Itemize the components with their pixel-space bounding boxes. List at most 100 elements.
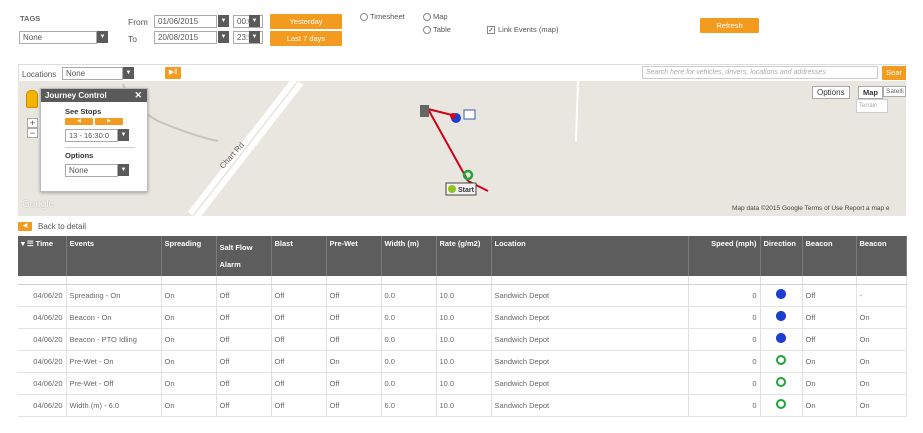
speed-cell: 0 <box>688 328 761 351</box>
beacon2-cell: - <box>856 284 907 307</box>
direction-column-header[interactable]: Direction <box>760 236 803 276</box>
time-column-header[interactable]: ▾ ☰ Time <box>18 236 67 276</box>
refresh-button[interactable]: Refresh <box>700 18 759 33</box>
blast-cell: Off <box>271 284 327 307</box>
search-input[interactable]: Search here for vehicles, drivers, locat… <box>642 66 878 79</box>
salt-flow-alarm-column-header[interactable]: Salt Flow Alarm <box>216 236 272 276</box>
locations-dropdown-icon[interactable]: ▼ <box>123 67 134 79</box>
timesheet-option[interactable]: Timesheet <box>360 12 405 22</box>
table-row[interactable]: 04/06/20 Pre-Wet - On On Off Off On 0.0 10.0 San… <box>18 350 907 373</box>
prewet-cell: Off <box>326 372 382 395</box>
timesheet-label: Timesheet <box>370 12 405 21</box>
link-events-checkbox[interactable]: ✓ <box>487 26 495 35</box>
map-options-button[interactable]: Options <box>812 86 850 99</box>
speed-cell: 0 <box>688 306 761 329</box>
map-type-tab[interactable]: Map <box>858 86 883 99</box>
table-radio[interactable] <box>423 26 431 35</box>
direction-moving-icon <box>776 377 786 387</box>
table-option[interactable]: Table <box>423 25 451 35</box>
direction-stationary-icon <box>776 289 786 299</box>
back-arrow-button[interactable]: ◀ <box>18 222 32 231</box>
to-date-field[interactable]: 20/08/2015 <box>154 31 217 44</box>
tags-select[interactable]: None <box>19 31 97 44</box>
beacon-column-header[interactable]: Beacon <box>802 236 857 276</box>
sort-menu-icon[interactable]: ▾ ☰ <box>21 239 36 248</box>
map-radio[interactable] <box>423 13 431 22</box>
zoom-out-button[interactable]: − <box>27 128 38 138</box>
time-cell: 04/06/20 <box>18 372 67 395</box>
table-row[interactable]: 04/06/20 Pre-Wet - Off On Off Off Off 0.0 10.0 S… <box>18 372 907 395</box>
beacon-cell: On <box>802 372 857 395</box>
journey-options-dropdown-icon[interactable]: ▼ <box>118 164 129 176</box>
width-cell: 0.0 <box>381 306 437 329</box>
blast-cell: Off <box>271 306 327 329</box>
spreading-column-header[interactable]: Spreading <box>161 236 217 276</box>
timesheet-radio[interactable] <box>360 13 368 22</box>
from-time-dropdown-icon[interactable]: ▼ <box>249 15 260 27</box>
prewet-cell: Off <box>326 284 382 307</box>
rate-cell: 10.0 <box>436 328 492 351</box>
terrain-option[interactable]: Terrain <box>856 99 888 113</box>
yesterday-button[interactable]: Yesterday <box>270 14 342 29</box>
blast-column-header[interactable]: Blast <box>271 236 327 276</box>
map-view[interactable]: Chart Rd Google Start Options Map Satell… <box>18 81 906 216</box>
close-icon[interactable]: ✕ <box>134 90 142 101</box>
table-label: Table <box>433 25 451 34</box>
start-label[interactable]: Start <box>458 187 474 194</box>
blast-cell: Off <box>271 350 327 373</box>
salt-cell: Off <box>216 306 272 329</box>
width-cell: 0.0 <box>381 350 437 373</box>
rate-column-header[interactable]: Rate (g/m2) <box>436 236 492 276</box>
map-option[interactable]: Map <box>423 12 448 22</box>
table-row[interactable]: 04/06/20 Width (m) - 6.0 On Off Off Off 6.0 10.… <box>18 394 907 417</box>
from-date-dropdown-icon[interactable]: ▼ <box>218 15 229 27</box>
direction-moving-icon <box>776 355 786 365</box>
stop-dropdown-icon[interactable]: ▼ <box>118 129 129 141</box>
table-row[interactable]: 04/06/20 Beacon - PTO Idling On Off Off Off 0.… <box>18 328 907 351</box>
direction-cell <box>760 350 803 373</box>
pegman-icon[interactable] <box>26 90 38 108</box>
previous-stop-button[interactable]: ◀ <box>65 118 93 125</box>
events-table-body: 04/06/20 Spreading - On On Off Off Off 0.0 10.0… <box>18 276 907 417</box>
table-header-row: ▾ ☰ Time Events Spreading Salt Flow Alar… <box>18 236 907 276</box>
beacon-cell: Off <box>802 284 857 307</box>
from-date-field[interactable]: 01/06/2015 <box>154 15 217 28</box>
table-row[interactable]: 04/06/20 Beacon - On On Off Off Off 0.0 10.0 San… <box>18 306 907 329</box>
map-label: Map <box>433 12 448 21</box>
last-7-days-button[interactable]: Last 7 days <box>270 31 342 46</box>
journey-options-select[interactable]: None <box>65 164 118 177</box>
width-column-header[interactable]: Width (m) <box>381 236 437 276</box>
map-attribution: Map data ©2015 Google Terms of Use Repor… <box>732 205 890 212</box>
table-row[interactable]: 04/06/20 Spreading - On On Off Off Off 0.0 10.0… <box>18 284 907 307</box>
spreading-cell: On <box>161 284 217 307</box>
link-events-option[interactable]: ✓ Link Events (map) <box>487 25 558 35</box>
salt-cell: Off <box>216 284 272 307</box>
to-time-dropdown-icon[interactable]: ▼ <box>249 31 260 43</box>
location-cell: Sandwich Depot <box>491 306 689 329</box>
map-roads <box>122 81 579 216</box>
hourglass-marker <box>420 105 429 117</box>
back-to-detail-link[interactable]: Back to detail <box>38 222 86 231</box>
locations-select[interactable]: None <box>62 67 123 80</box>
event-cell: Width (m) - 6.0 <box>66 394 162 417</box>
tags-dropdown-icon[interactable]: ▼ <box>97 31 108 43</box>
pre-wet-column-header[interactable]: Pre-Wet <box>326 236 382 276</box>
next-stop-button[interactable]: ▶ <box>95 118 123 125</box>
stop-select[interactable]: 13 - 16:30:0 <box>65 129 118 142</box>
salt-cell: Off <box>216 372 272 395</box>
rate-cell: 10.0 <box>436 284 492 307</box>
zoom-in-button[interactable]: + <box>27 118 38 128</box>
satellite-tab[interactable]: Satelli <box>883 86 906 97</box>
to-label: To <box>128 34 137 44</box>
search-button[interactable]: Sear <box>882 66 906 80</box>
spreading-cell: On <box>161 350 217 373</box>
location-column-header[interactable]: Location <box>491 236 689 276</box>
play-button[interactable]: ▶‖ <box>165 67 181 79</box>
beacon-2-column-header[interactable]: Beacon <box>856 236 907 276</box>
location-cell: Sandwich Depot <box>491 284 689 307</box>
location-cell: Sandwich Depot <box>491 394 689 417</box>
speed-column-header[interactable]: Speed (mph) <box>688 236 761 276</box>
events-column-header[interactable]: Events <box>66 236 162 276</box>
width-cell: 6.0 <box>381 394 437 417</box>
to-date-dropdown-icon[interactable]: ▼ <box>218 31 229 43</box>
